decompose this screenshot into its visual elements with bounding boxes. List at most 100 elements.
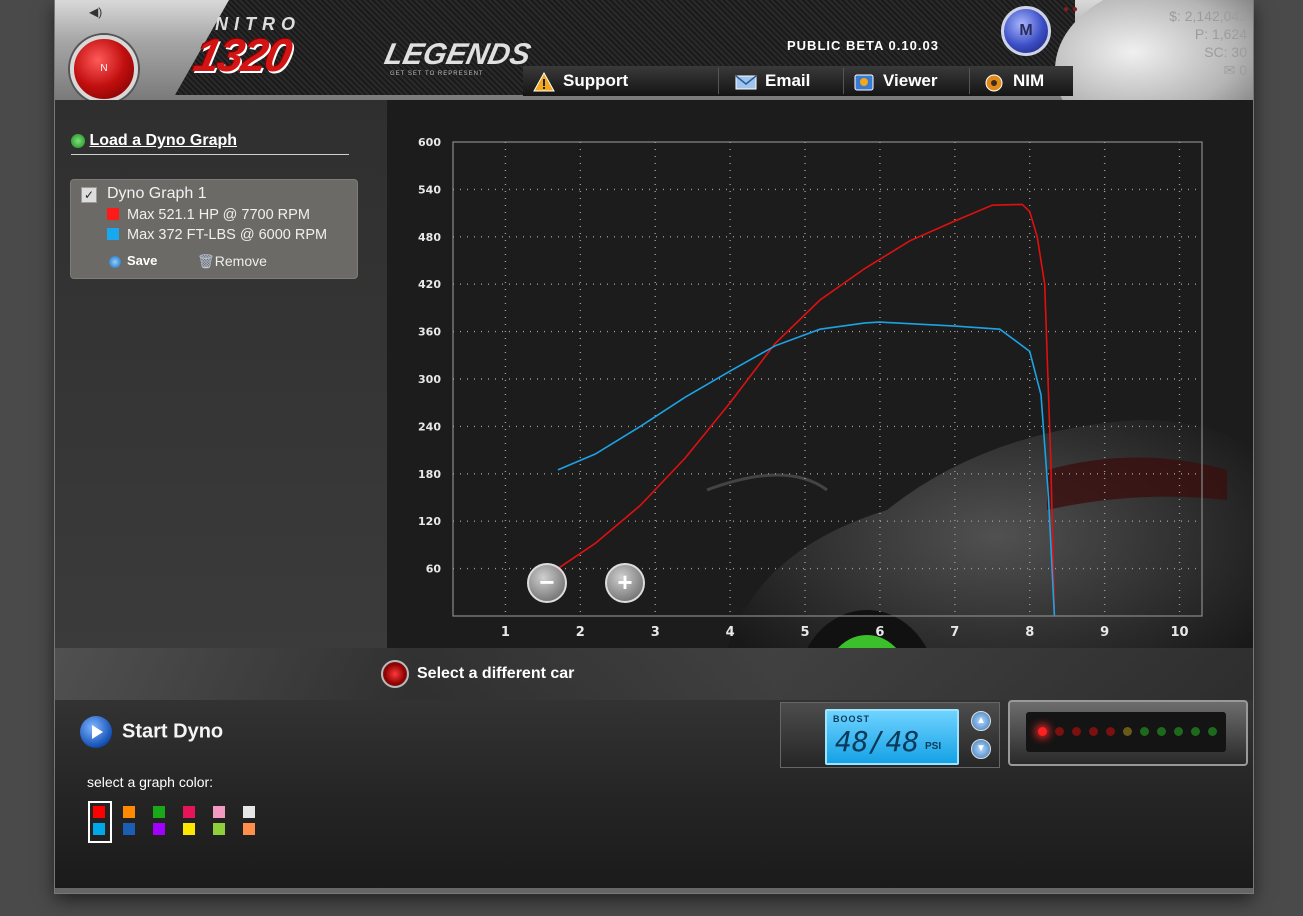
dyno-graph-entry: ✓ Dyno Graph 1 Max 521.1 HP @ 7700 RPM M… [70,179,358,279]
zoom-in-button[interactable]: + [605,563,645,603]
garage-floor: Select a different car Start Dyno select… [55,648,1253,893]
shift-led [1106,727,1115,736]
torque-legend: Max 372 FT-LBS @ 6000 RPM [107,227,327,243]
nitro-button[interactable]: N [70,35,138,103]
color-swatch[interactable] [153,823,165,835]
zoom-out-button[interactable]: − [527,563,567,603]
x-tick-label: 8 [1025,625,1034,640]
y-tick-label: 360 [418,326,441,339]
shift-led [1055,727,1064,736]
logo-subtitle: LEGENDS [381,38,534,71]
play-icon [80,716,112,748]
boost-down-button[interactable]: ▼ [971,739,991,759]
color-swatch[interactable] [243,823,255,835]
y-tick-label: 480 [418,231,441,244]
color-swatch[interactable] [123,823,135,835]
nitro-button-label: N [100,63,108,74]
nav-email[interactable]: Email [735,68,844,94]
x-tick-label: 3 [651,625,660,640]
graph-name: Dyno Graph 1 [107,185,207,202]
viewer-icon [854,74,874,91]
version-label: PUBLIC BETA 0.10.03 [787,38,939,53]
sc-stat: SC: 30 [1204,44,1247,60]
logo-tagline: GET SET TO REPRESENT [390,71,484,77]
color-swatch[interactable] [213,823,225,835]
x-tick-label: 5 [801,625,810,640]
color-swatch[interactable] [93,823,105,835]
money-stat: $: 2,142,043 [1169,8,1247,24]
envelope-small-icon: ✉ [1223,62,1236,78]
shift-led [1140,727,1149,736]
nim-icon [985,74,1003,92]
sound-icon[interactable]: ◀) [89,5,102,19]
save-graph-button[interactable]: Save [109,253,157,268]
y-tick-label: 420 [418,278,441,291]
save-icon [109,255,121,268]
hp-legend: Max 521.1 HP @ 7700 RPM [107,207,310,223]
m-menu-button[interactable]: M [1001,6,1051,56]
shift-led [1174,727,1183,736]
red-knob-icon [381,660,409,688]
nav-nim[interactable]: NIM [983,68,1071,94]
select-car-label: Select a different car [417,665,575,683]
load-dyno-graph-label: Load a Dyno Graph [89,132,238,149]
start-dyno-label: Start Dyno [122,720,224,743]
color-swatch[interactable] [243,806,255,818]
dyno-sidebar: Load a Dyno Graph ✓ Dyno Graph 1 Max 521… [55,100,387,648]
hp-swatch [107,208,119,220]
x-tick-label: 9 [1100,625,1109,640]
save-label: Save [127,253,158,268]
remove-graph-button[interactable]: 🗑Remove [197,253,267,270]
shift-light-panel [1008,700,1248,766]
shift-led [1208,727,1217,736]
header-bar: ◀) N NITRO 1320 LEGENDS GET SET TO REPRE… [55,0,1253,160]
dyno-chart-area: 600 540 480 420 360 300 240 180 120 60 1 2 3 4 5 6 7 8 9 10… [387,100,1253,770]
m-menu-label: M [1019,22,1033,39]
color-swatch[interactable] [183,806,195,818]
top-nav: Support Email Viewer NIM [523,66,1073,96]
select-car-button[interactable]: Select a different car [381,660,574,688]
shift-led [1072,727,1081,736]
logo-title: 1320 [189,29,295,81]
color-swatch[interactable] [123,806,135,818]
points-stat: P: 1,624 [1194,26,1247,42]
shift-led [1157,727,1166,736]
torque-swatch [107,228,119,240]
hp-curve [557,203,1056,617]
floor-band [55,648,1253,700]
window-dots-icon[interactable]: ● ● [1063,4,1078,15]
x-tick-label: 4 [726,625,735,640]
nav-nim-label: NIM [1013,71,1045,90]
x-tick-label: 10 [1170,625,1188,640]
app-window: ◀) N NITRO 1320 LEGENDS GET SET TO REPRE… [55,0,1253,893]
y-tick-label: 180 [418,468,441,481]
y-tick-label: 600 [418,136,441,149]
start-dyno-button[interactable]: Start Dyno [80,716,223,748]
dyno-chart: 600 540 480 420 360 300 240 180 120 60 1 2 3 4 5 6 7 8 9 10 [418,136,1203,640]
messages-count: 0 [1239,62,1247,78]
warning-icon [533,71,555,92]
graph-visibility-checkbox[interactable]: ✓ [81,187,97,203]
y-tick-label: 540 [418,183,441,196]
boost-value: 48/48 [835,725,920,758]
trash-icon: 🗑 [197,253,215,269]
nav-email-label: Email [765,71,811,90]
boost-up-button[interactable]: ▲ [971,711,991,731]
x-tick-label: 6 [875,625,884,640]
messages-stat[interactable]: ✉ 0 [1169,61,1247,79]
remove-label: Remove [214,253,267,269]
nav-viewer[interactable]: Viewer [853,68,970,94]
color-swatch[interactable] [153,806,165,818]
color-prompt: select a graph color: [87,774,214,790]
load-dyno-graph-link[interactable]: Load a Dyno Graph [71,132,349,155]
color-swatch[interactable] [183,823,195,835]
envelope-icon [735,74,757,90]
shift-led [1038,727,1047,736]
nav-support[interactable]: Support [533,68,719,94]
y-tick-label: 60 [426,563,442,576]
nav-viewer-label: Viewer [883,71,938,90]
color-swatch[interactable] [93,806,105,818]
color-swatch[interactable] [213,806,225,818]
green-arrow-icon [71,133,85,148]
shift-led [1191,727,1200,736]
